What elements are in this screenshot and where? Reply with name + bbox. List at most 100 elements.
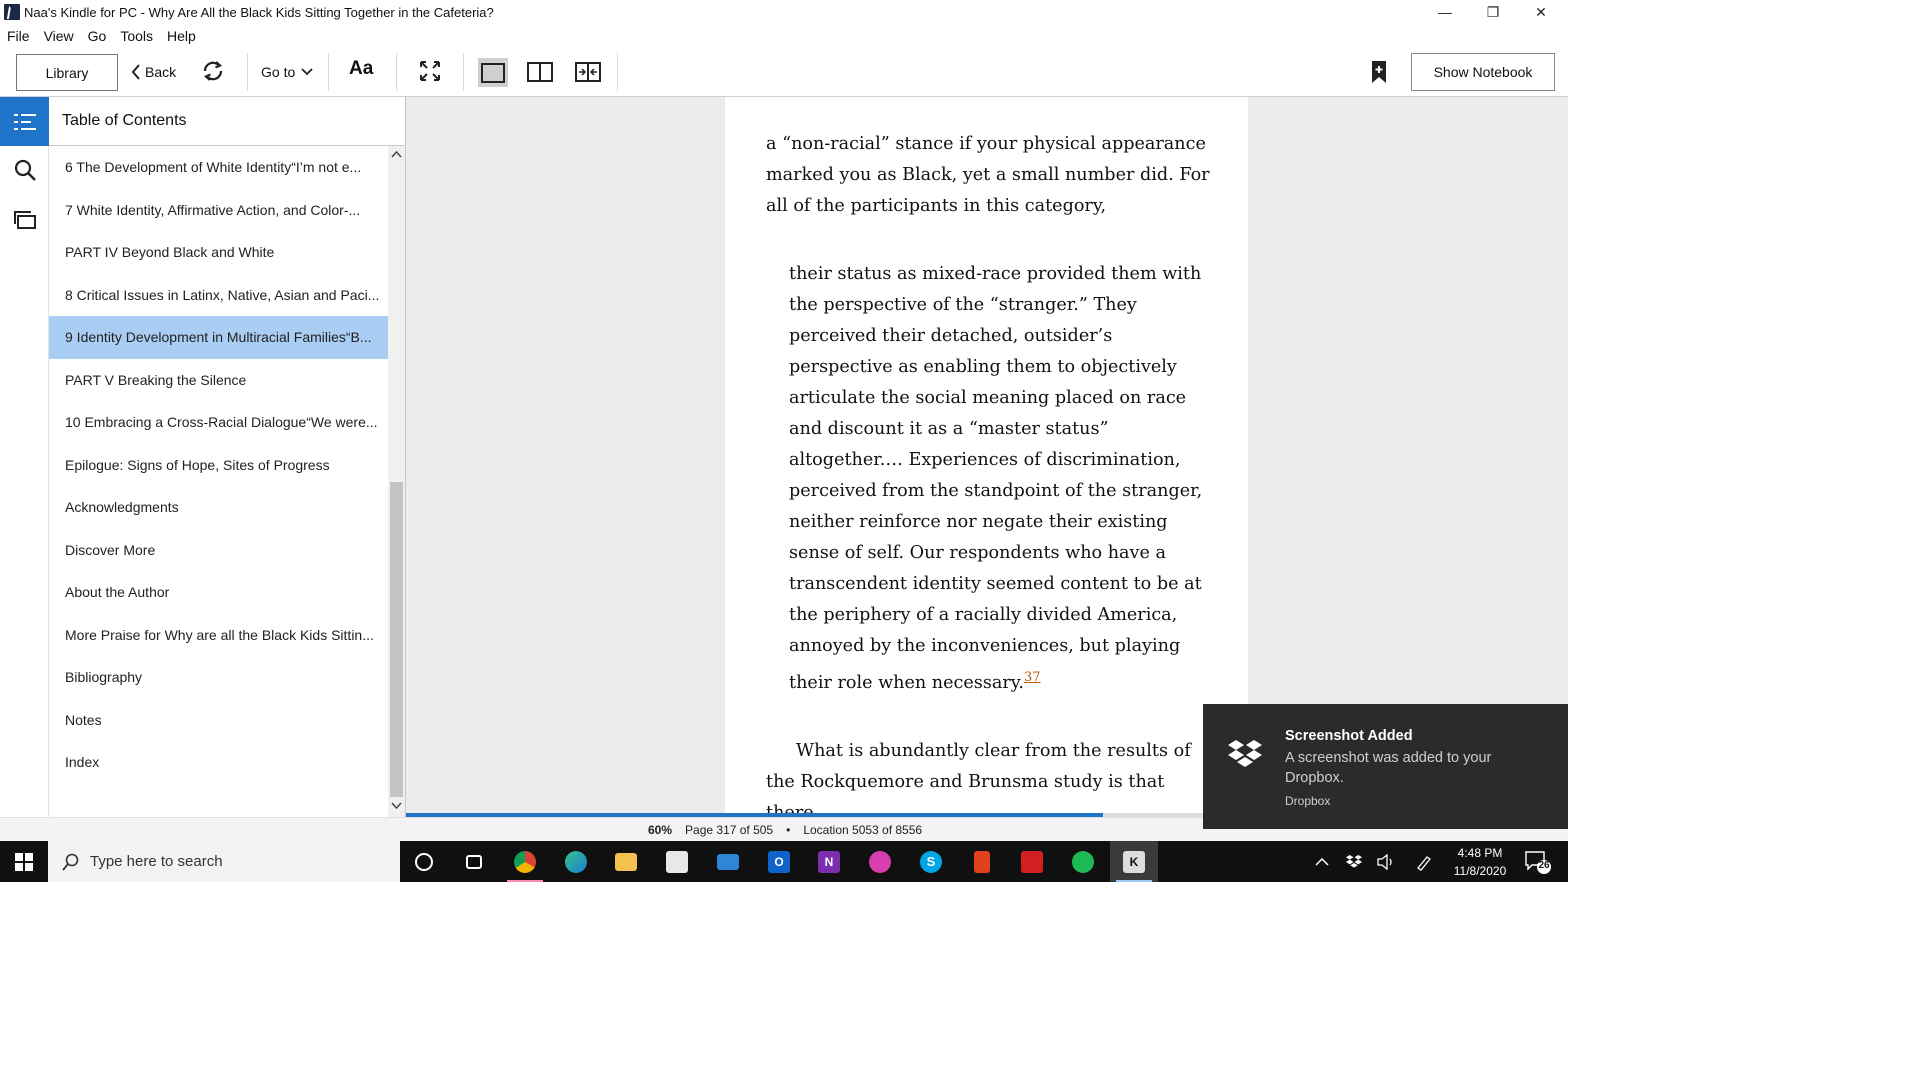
skype-icon[interactable]: S — [907, 841, 955, 882]
toc-item[interactable]: PART IV Beyond Black and White — [49, 231, 388, 274]
progress-percent: 60% — [648, 823, 673, 837]
menu-view[interactable]: View — [37, 28, 81, 44]
file-explorer-icon[interactable] — [602, 841, 650, 882]
minimize-button[interactable]: — — [1422, 0, 1468, 24]
kindle-app-icon — [4, 4, 20, 20]
toolbar-divider — [617, 53, 618, 91]
task-view-icon[interactable] — [450, 841, 498, 882]
scroll-down-icon[interactable] — [391, 800, 402, 811]
title-bar: Naa's Kindle for PC - Why Are All the Bl… — [0, 0, 1568, 24]
start-button[interactable] — [0, 841, 48, 882]
goto-label: Go to — [261, 64, 296, 80]
search-icon[interactable] — [13, 158, 37, 182]
chevron-down-icon — [301, 68, 313, 76]
whatsapp-icon[interactable] — [856, 841, 904, 882]
toc-scroll-thumb[interactable] — [390, 482, 403, 797]
kindle-window: Naa's Kindle for PC - Why Are All the Bl… — [0, 0, 1568, 882]
menu-go[interactable]: Go — [81, 28, 114, 44]
font-settings-button[interactable]: Aa — [349, 58, 373, 80]
minimize-icon: — — [1438, 4, 1452, 20]
clock-date: 11/8/2020 — [1453, 864, 1507, 878]
single-column-icon — [481, 62, 505, 83]
toc-item[interactable]: About the Author — [49, 571, 388, 614]
footnote-link[interactable]: 37 — [1024, 670, 1041, 685]
spotify-icon[interactable] — [1059, 841, 1107, 882]
restore-icon: ❐ — [1486, 3, 1500, 20]
notification-count: 26 — [1538, 860, 1550, 871]
toc-item[interactable]: Discover More — [49, 529, 388, 572]
notification-title: Screenshot Added — [1285, 728, 1413, 744]
volume-icon[interactable] — [1374, 841, 1398, 882]
close-icon: ✕ — [1535, 3, 1547, 20]
toc-item[interactable]: Notes — [49, 699, 388, 742]
windows-taskbar: Type here to search O N S K 4:48 PM 11/8… — [0, 841, 1568, 882]
onenote-icon[interactable]: N — [805, 841, 853, 882]
kindle-icon[interactable]: K — [1110, 841, 1158, 882]
toc-item[interactable]: Bibliography — [49, 656, 388, 699]
menu-tools[interactable]: Tools — [113, 28, 160, 44]
toc-item[interactable]: 7 White Identity, Affirmative Action, an… — [49, 189, 388, 232]
single-column-button[interactable] — [478, 58, 508, 87]
sync-icon[interactable] — [201, 59, 225, 83]
chrome-icon[interactable] — [501, 841, 549, 882]
paragraph: What is abundantly clear from the result… — [766, 740, 1191, 813]
toc-item[interactable]: 9 Identity Development in Multiracial Fa… — [49, 316, 388, 359]
toc-item[interactable]: Acknowledgments — [49, 486, 388, 529]
two-column-button[interactable] — [526, 59, 554, 85]
toc-item[interactable]: 6 The Development of White Identity“I’m … — [49, 146, 388, 189]
block-quote: their status as mixed-race provided them… — [766, 259, 1216, 699]
show-hidden-icons-icon[interactable] — [1310, 841, 1334, 882]
outlook-icon[interactable]: O — [755, 841, 803, 882]
window-title: Naa's Kindle for PC - Why Are All the Bl… — [24, 4, 494, 20]
toc-item[interactable]: More Praise for Why are all the Black Ki… — [49, 614, 388, 657]
page-text: a “non-racial” stance if your physical a… — [766, 129, 1216, 813]
toc-toggle-button[interactable] — [0, 97, 49, 146]
chevron-left-icon — [131, 64, 140, 80]
edge-icon[interactable] — [552, 841, 600, 882]
toc-scrollbar[interactable] — [388, 146, 405, 817]
toc-item[interactable]: Epilogue: Signs of Hope, Sites of Progre… — [49, 444, 388, 487]
paragraph: a “non-racial” stance if your physical a… — [766, 134, 1210, 216]
library-button[interactable]: Library — [16, 54, 118, 91]
toc-item[interactable]: PART V Breaking the Silence — [49, 359, 388, 402]
taskbar-search-box[interactable]: Type here to search — [48, 841, 400, 882]
office-icon[interactable] — [958, 841, 1006, 882]
mail-icon[interactable] — [704, 841, 752, 882]
goto-dropdown[interactable]: Go to — [261, 60, 313, 84]
dropbox-tray-icon[interactable] — [1342, 841, 1366, 882]
page-number: Page 317 of 505 — [685, 823, 774, 837]
location-number: Location 5053 of 8556 — [803, 823, 923, 837]
clock-time: 4:48 PM — [1457, 846, 1503, 860]
fullscreen-icon[interactable] — [418, 59, 442, 83]
acrobat-icon[interactable] — [1008, 841, 1056, 882]
close-button[interactable]: ✕ — [1518, 0, 1564, 24]
toc-item[interactable]: 10 Embracing a Cross-Racial Dialogue“We … — [49, 401, 388, 444]
toolbar-divider — [328, 53, 329, 91]
notes-icon[interactable] — [13, 208, 37, 232]
store-icon[interactable] — [653, 841, 701, 882]
toc-item[interactable]: 8 Critical Issues in Latinx, Native, Asi… — [49, 274, 388, 317]
toolbar: Library Back Go to Aa Show Notebook — [0, 47, 1568, 97]
book-page[interactable]: a “non-racial” stance if your physical a… — [725, 97, 1248, 813]
cortana-icon[interactable] — [400, 841, 448, 882]
two-column-icon — [527, 62, 553, 82]
block-quote-text: their status as mixed-race provided them… — [789, 264, 1203, 693]
dropbox-notification[interactable]: Screenshot Added A screenshot was added … — [1203, 704, 1568, 829]
side-rail — [0, 97, 49, 817]
toc-item[interactable]: Index — [49, 741, 388, 784]
menu-file[interactable]: File — [0, 28, 37, 44]
scroll-up-icon[interactable] — [391, 149, 402, 160]
action-center-button[interactable]: 26 — [1524, 849, 1552, 875]
add-bookmark-icon[interactable] — [1368, 60, 1390, 84]
page-flip-button[interactable] — [574, 59, 602, 85]
menu-bar: File View Go Tools Help — [0, 24, 203, 47]
toolbar-divider — [247, 53, 248, 91]
restore-button[interactable]: ❐ — [1470, 0, 1516, 24]
menu-help[interactable]: Help — [160, 28, 203, 44]
taskbar-search-placeholder: Type here to search — [90, 853, 223, 870]
back-label: Back — [145, 64, 177, 80]
show-notebook-button[interactable]: Show Notebook — [1411, 53, 1555, 91]
taskbar-clock[interactable]: 4:48 PM 11/8/2020 — [1448, 844, 1512, 880]
back-button[interactable]: Back — [131, 60, 176, 84]
pen-icon[interactable] — [1412, 841, 1436, 882]
